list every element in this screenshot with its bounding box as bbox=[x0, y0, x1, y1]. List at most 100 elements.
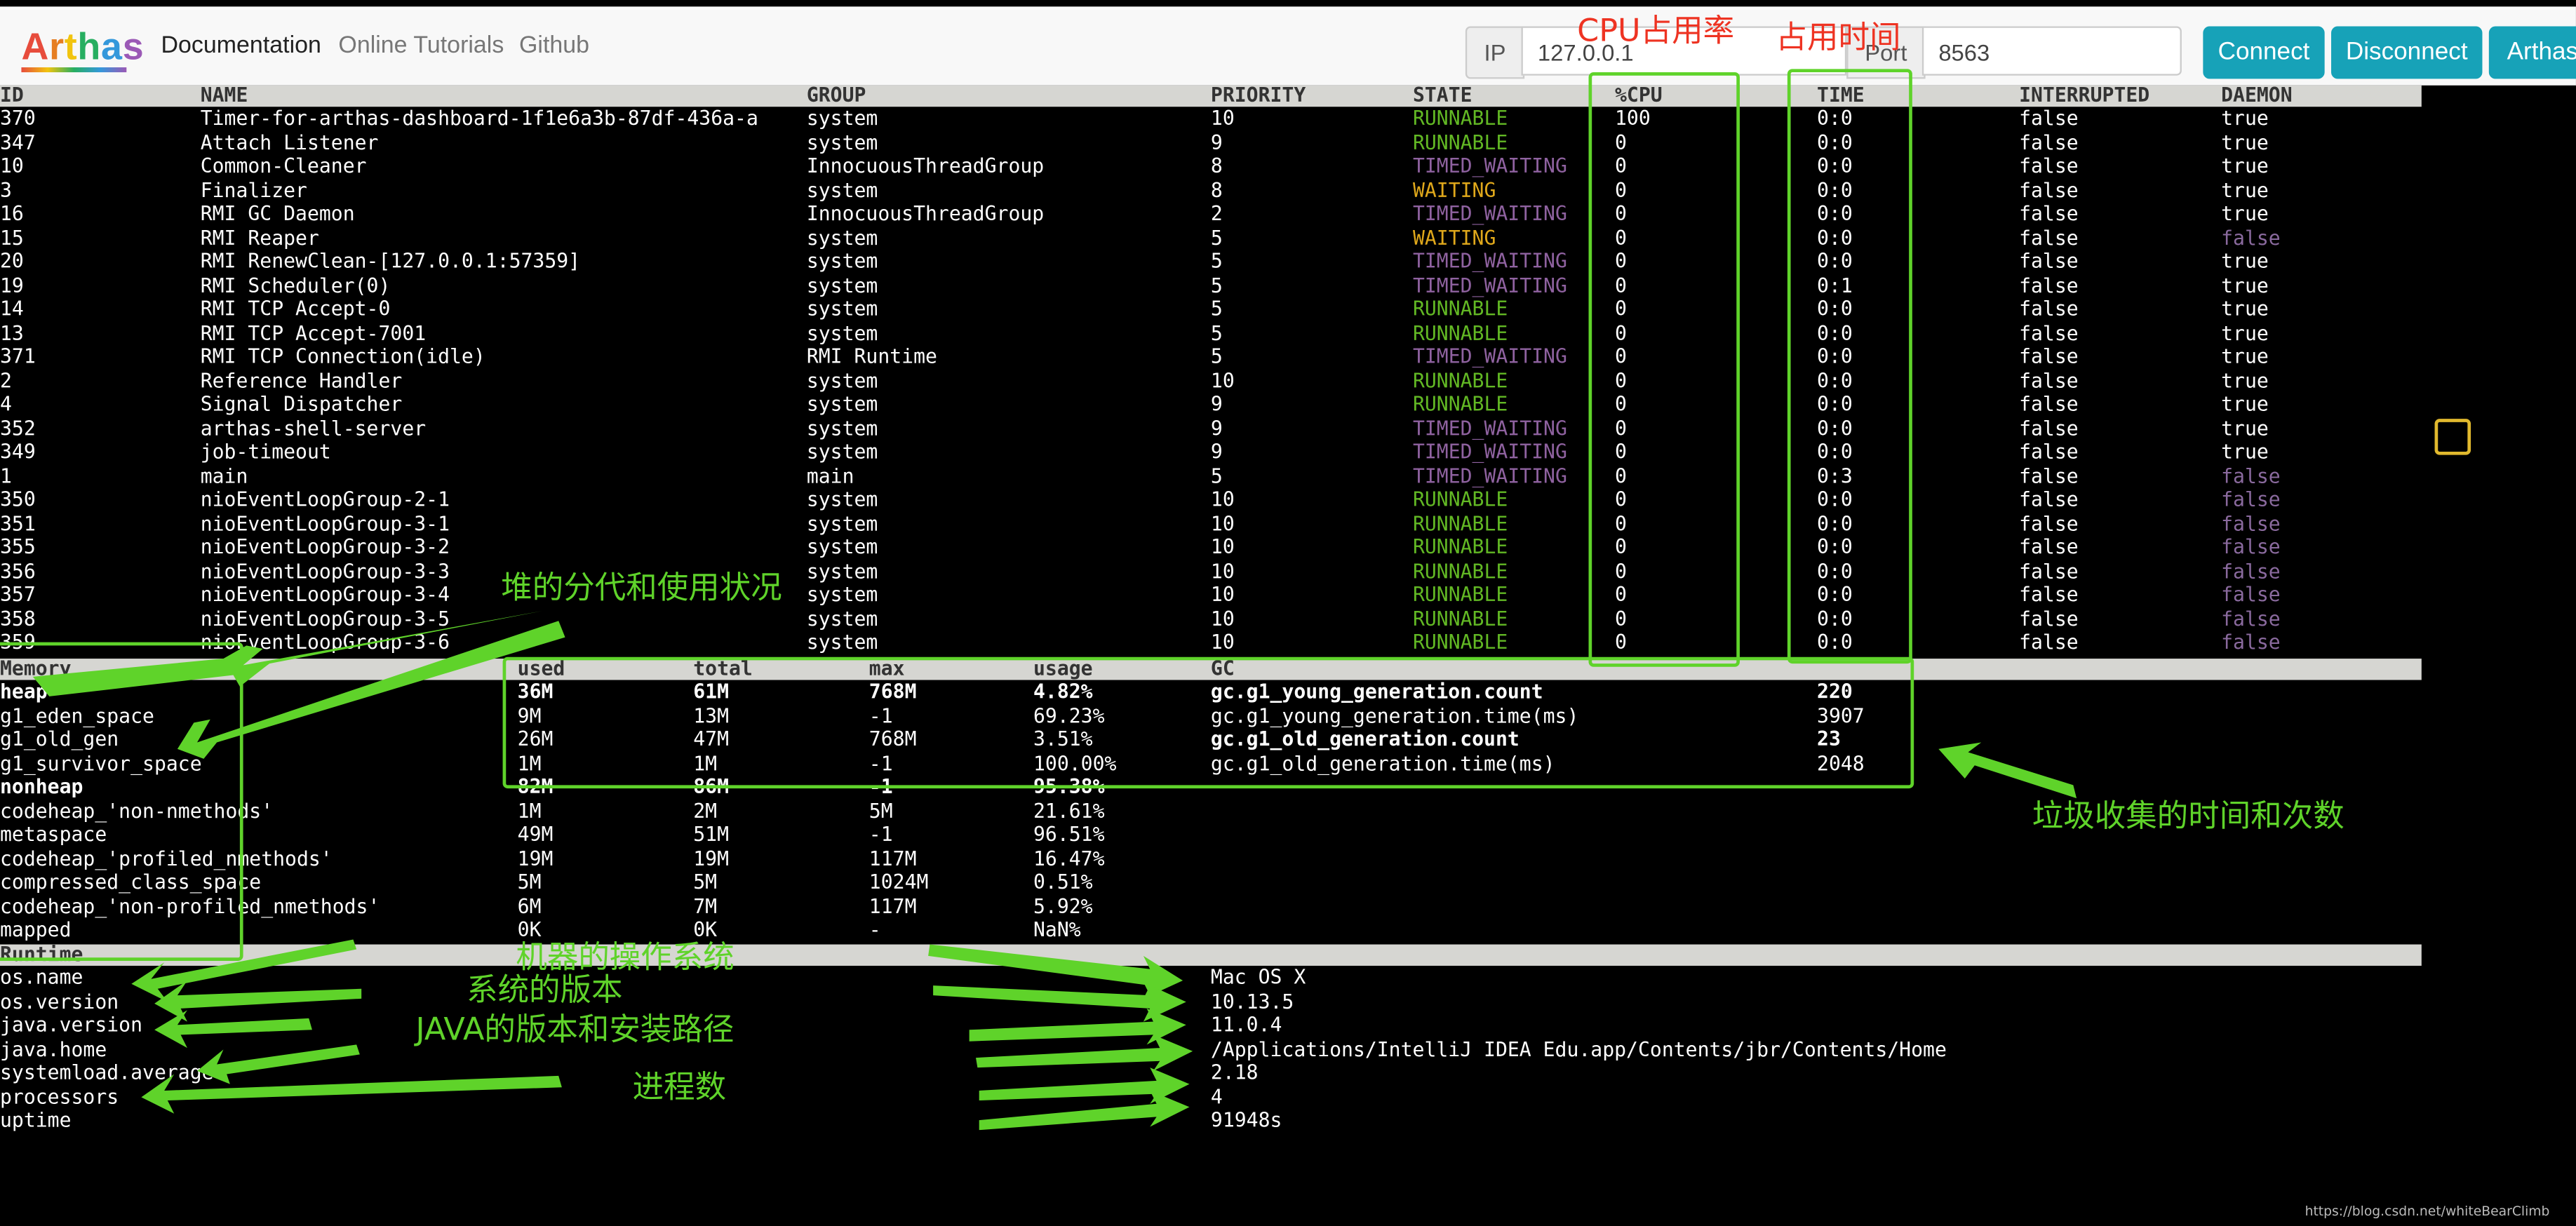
thread-cell-interrupted: false bbox=[2019, 154, 2079, 177]
thread-col-header: NAME bbox=[200, 83, 248, 107]
thread-row: 13 RMI TCP Accept-7001 system 5 RUNNABLE 0 0:0… bbox=[0, 321, 2422, 345]
thread-cell-name: Attach Listener bbox=[200, 130, 379, 154]
annotation-gc: 垃圾收集的时间和次数 bbox=[2032, 798, 2344, 835]
thread-cell-group: system bbox=[806, 130, 878, 154]
thread-cell-id: 3 bbox=[0, 178, 12, 201]
thread-cell-priority: 10 bbox=[1210, 607, 1235, 631]
thread-cell-id: 351 bbox=[0, 511, 36, 535]
thread-cell-state: RUNNABLE bbox=[1412, 107, 1508, 130]
thread-cell-state: RUNNABLE bbox=[1412, 511, 1508, 535]
thread-cell-state: RUNNABLE bbox=[1412, 392, 1508, 416]
thread-cell-id: 2 bbox=[0, 368, 12, 392]
thread-cell-priority: 10 bbox=[1210, 487, 1235, 511]
memory-row: codeheap_'profiled_nmethods' 19M 19M 117M 16… bbox=[0, 847, 2422, 870]
thread-row: 10 Common-Cleaner InnocuousThreadGroup 8 TIM… bbox=[0, 154, 2422, 178]
thread-col-header: ID bbox=[0, 83, 24, 107]
thread-cell-daemon: false bbox=[2221, 535, 2281, 559]
thread-cell-state: RUNNABLE bbox=[1412, 321, 1508, 344]
arthas-logo[interactable]: Arthas bbox=[21, 25, 144, 69]
thread-cell-id: 347 bbox=[0, 130, 36, 154]
fullscreen-toggle-icon[interactable] bbox=[2434, 419, 2471, 455]
arthas-button[interactable]: Arthas bbox=[2488, 26, 2576, 79]
dashboard-terminal[interactable]: ID NAME GROUP PRIORITY STATE %CPU TIME INTERRUP… bbox=[0, 83, 2576, 1225]
nav-documentation-link[interactable]: Documentation bbox=[161, 33, 321, 59]
connect-button[interactable]: Connect bbox=[2203, 26, 2325, 79]
memory-total: 2M bbox=[693, 799, 718, 823]
thread-row: 14 RMI TCP Accept-0 system 5 RUNNABLE 0 0:0 fal… bbox=[0, 297, 2422, 321]
thread-cell-name: nioEventLoopGroup-3-4 bbox=[200, 583, 450, 607]
thread-cell-priority: 5 bbox=[1210, 321, 1223, 344]
thread-cell-name: Finalizer bbox=[200, 178, 307, 201]
thread-cell-state: RUNNABLE bbox=[1412, 583, 1508, 607]
runtime-row: java.version 11.0.4 bbox=[0, 1013, 2422, 1037]
top-navbar: Arthas Documentation Online Tutorials Gi… bbox=[0, 6, 2576, 88]
thread-table-header: ID NAME GROUP PRIORITY STATE %CPU TIME INTERRUP… bbox=[0, 83, 2422, 107]
thread-cell-id: 15 bbox=[0, 225, 24, 249]
thread-cell-state: RUNNABLE bbox=[1412, 535, 1508, 559]
memory-total: 51M bbox=[693, 823, 730, 847]
thread-cell-name: Timer-for-arthas-dashboard-1f1e6a3b-87df… bbox=[200, 107, 758, 130]
thread-cell-daemon: true bbox=[2221, 297, 2269, 321]
runtime-key: uptime bbox=[0, 1108, 72, 1132]
thread-cell-interrupted: false bbox=[2019, 130, 2079, 154]
disconnect-button[interactable]: Disconnect bbox=[2331, 26, 2483, 79]
thread-cell-priority: 10 bbox=[1210, 368, 1235, 392]
memory-usage: NaN% bbox=[1033, 918, 1081, 941]
memory-row: compressed_class_space 5M 5M 1024M 0.51% bbox=[0, 870, 2422, 894]
thread-cell-group: system bbox=[806, 273, 878, 297]
thread-cell-state: RUNNABLE bbox=[1412, 631, 1508, 654]
thread-row: 371 RMI TCP Connection(idle) RMI Runtime 5 T… bbox=[0, 345, 2422, 369]
thread-cell-name: RMI Scheduler(0) bbox=[200, 273, 391, 297]
time-column-highlight bbox=[1787, 69, 1912, 664]
thread-cell-group: system bbox=[806, 225, 878, 249]
memory-max: 117M bbox=[868, 894, 917, 917]
runtime-row: systemload.average 2.18 bbox=[0, 1061, 2422, 1085]
thread-cell-priority: 5 bbox=[1210, 249, 1223, 273]
thread-cell-priority: 10 bbox=[1210, 535, 1235, 559]
thread-cell-daemon: false bbox=[2221, 607, 2281, 631]
thread-cell-state: RUNNABLE bbox=[1412, 130, 1508, 154]
ip-label: IP bbox=[1465, 26, 1525, 79]
memory-max: 117M bbox=[868, 847, 917, 870]
thread-cell-name: RMI RenewClean-[127.0.0.1:57359] bbox=[200, 249, 581, 273]
memory-usage: 16.47% bbox=[1033, 847, 1105, 870]
thread-cell-interrupted: false bbox=[2019, 583, 2079, 607]
thread-cell-id: 20 bbox=[0, 249, 24, 273]
memory-used: 1M bbox=[517, 799, 542, 823]
thread-cell-interrupted: false bbox=[2019, 249, 2079, 273]
thread-cell-group: system bbox=[806, 607, 878, 631]
runtime-key: java.version bbox=[0, 1013, 143, 1037]
nav-online-tutorials-link[interactable]: Online Tutorials bbox=[338, 33, 504, 59]
thread-cell-daemon: true bbox=[2221, 178, 2269, 201]
thread-row: 370 Timer-for-arthas-dashboard-1f1e6a3b-8… bbox=[0, 107, 2422, 130]
thread-cell-daemon: true bbox=[2221, 416, 2269, 440]
port-input[interactable]: 8563 bbox=[1921, 26, 2182, 76]
thread-row: 16 RMI GC Daemon InnocuousThreadGroup 2 TIME… bbox=[0, 202, 2422, 226]
thread-row: 352 arthas-shell-server system 9 TIMED_WAITI… bbox=[0, 417, 2422, 440]
thread-cell-state: TIMED_WAITING bbox=[1412, 440, 1567, 464]
annotation-heap: 堆的分代和使用状况 bbox=[501, 570, 782, 607]
runtime-value: 4 bbox=[1210, 1084, 1223, 1108]
memory-used: 5M bbox=[517, 870, 542, 894]
thread-row: 355 nioEventLoopGroup-3-2 system 10 RUNNABLE… bbox=[0, 535, 2422, 559]
runtime-value: Mac OS X bbox=[1210, 965, 1306, 989]
thread-cell-state: RUNNABLE bbox=[1412, 559, 1508, 583]
memory-usage: 21.61% bbox=[1033, 799, 1105, 823]
thread-cell-daemon: true bbox=[2221, 154, 2269, 177]
thread-cell-interrupted: false bbox=[2019, 511, 2079, 535]
thread-cell-state: TIMED_WAITING bbox=[1412, 249, 1567, 273]
memory-usage: 0.51% bbox=[1033, 870, 1093, 894]
thread-cell-group: system bbox=[806, 107, 878, 130]
thread-row: 351 nioEventLoopGroup-3-1 system 10 RUNNABLE… bbox=[0, 511, 2422, 535]
memory-max: - bbox=[868, 918, 881, 941]
thread-cell-interrupted: false bbox=[2019, 297, 2079, 321]
thread-cell-group: main bbox=[806, 464, 854, 487]
thread-cell-priority: 5 bbox=[1210, 297, 1223, 321]
memory-names-highlight bbox=[0, 642, 243, 961]
thread-cell-group: system bbox=[806, 178, 878, 201]
thread-cell-interrupted: false bbox=[2019, 202, 2079, 225]
memory-max: 5M bbox=[868, 799, 893, 823]
thread-cell-id: 358 bbox=[0, 607, 36, 631]
nav-github-link[interactable]: Github bbox=[519, 33, 589, 59]
thread-cell-priority: 5 bbox=[1210, 344, 1223, 368]
